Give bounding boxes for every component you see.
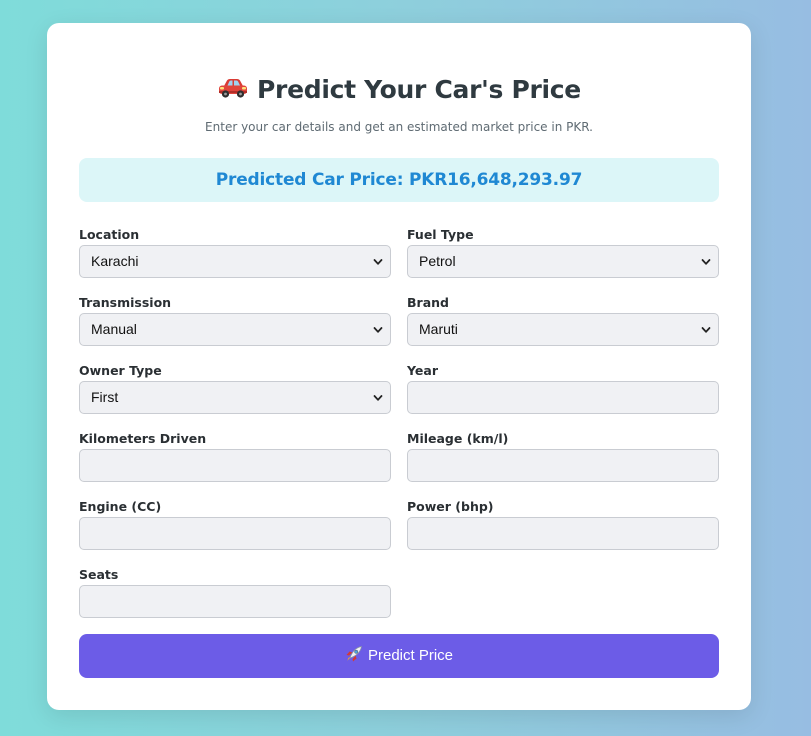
engine-input[interactable]: [79, 517, 391, 550]
predict-price-label: Predict Price: [367, 647, 454, 664]
fuel-type-label: Fuel Type: [407, 227, 474, 242]
brand-value: Maruti: [419, 321, 458, 337]
transmission-select[interactable]: Manual: [79, 313, 391, 346]
owner-type-select[interactable]: First: [79, 381, 391, 414]
mileage-label: Mileage (km/l): [407, 431, 509, 446]
chevron-down-icon: [701, 327, 711, 333]
seats-input[interactable]: [79, 585, 391, 618]
chevron-down-icon: [373, 259, 383, 265]
chevron-down-icon: [701, 259, 711, 265]
owner-type-value: First: [91, 389, 119, 405]
location-label: Location: [79, 227, 140, 242]
fuel-type-select[interactable]: Petrol: [407, 245, 719, 278]
power-label: Power (bhp): [407, 499, 494, 514]
power-input[interactable]: [407, 517, 719, 550]
brand-select[interactable]: Maruti: [407, 313, 719, 346]
year-label: Year: [407, 363, 438, 378]
location-select[interactable]: Karachi: [79, 245, 391, 278]
kilometers-driven-label: Kilometers Driven: [79, 431, 207, 446]
owner-type-label: Owner Type: [79, 363, 162, 378]
chevron-down-icon: [373, 395, 383, 401]
transmission-value: Manual: [91, 321, 137, 337]
chevron-down-icon: [373, 327, 383, 333]
engine-label: Engine (CC): [79, 499, 162, 514]
car-icon: [219, 79, 248, 98]
transmission-label: Transmission: [79, 295, 172, 310]
page-subtitle: Enter your car details and get an estima…: [205, 120, 593, 134]
prediction-card: Predict Your Car's Price Enter your car …: [47, 23, 751, 710]
mileage-input[interactable]: [407, 449, 719, 482]
predicted-price-banner: Predicted Car Price: PKR16,648,293.97: [79, 158, 719, 202]
predict-price-button[interactable]: Predict Price: [79, 634, 719, 678]
seats-label: Seats: [79, 567, 119, 582]
rocket-icon: [346, 646, 362, 662]
location-value: Karachi: [91, 253, 139, 269]
page-title: Predict Your Car's Price: [47, 75, 751, 104]
fuel-type-value: Petrol: [419, 253, 456, 269]
brand-label: Brand: [407, 295, 449, 310]
year-input[interactable]: [407, 381, 719, 414]
kilometers-driven-input[interactable]: [79, 449, 391, 482]
page-title-text: Predict Your Car's Price: [257, 75, 581, 104]
